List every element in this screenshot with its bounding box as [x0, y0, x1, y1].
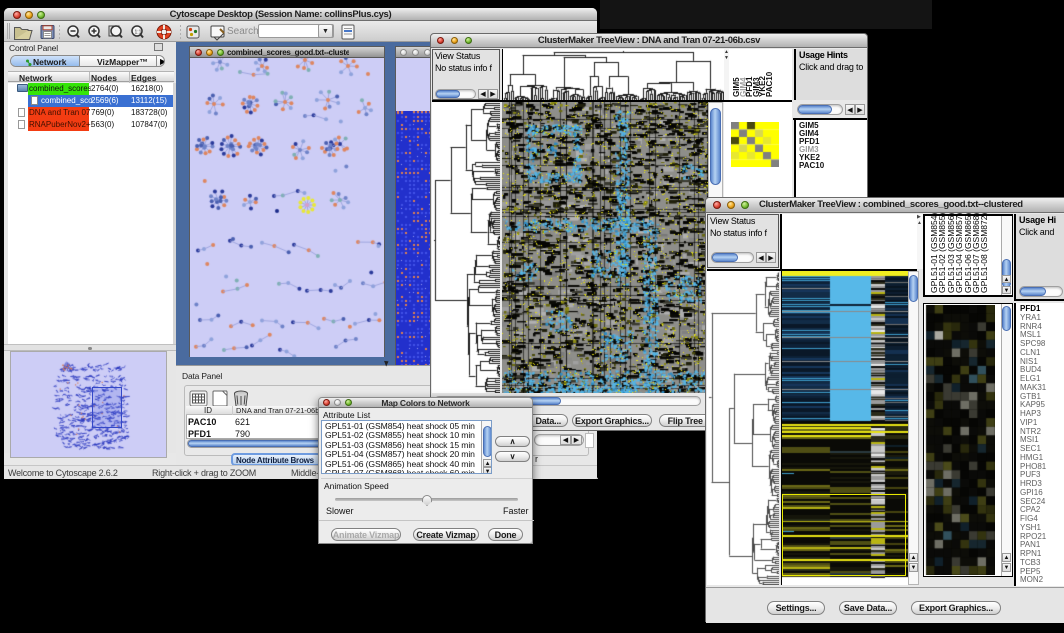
svg-text:1:1: 1:1	[135, 30, 142, 36]
